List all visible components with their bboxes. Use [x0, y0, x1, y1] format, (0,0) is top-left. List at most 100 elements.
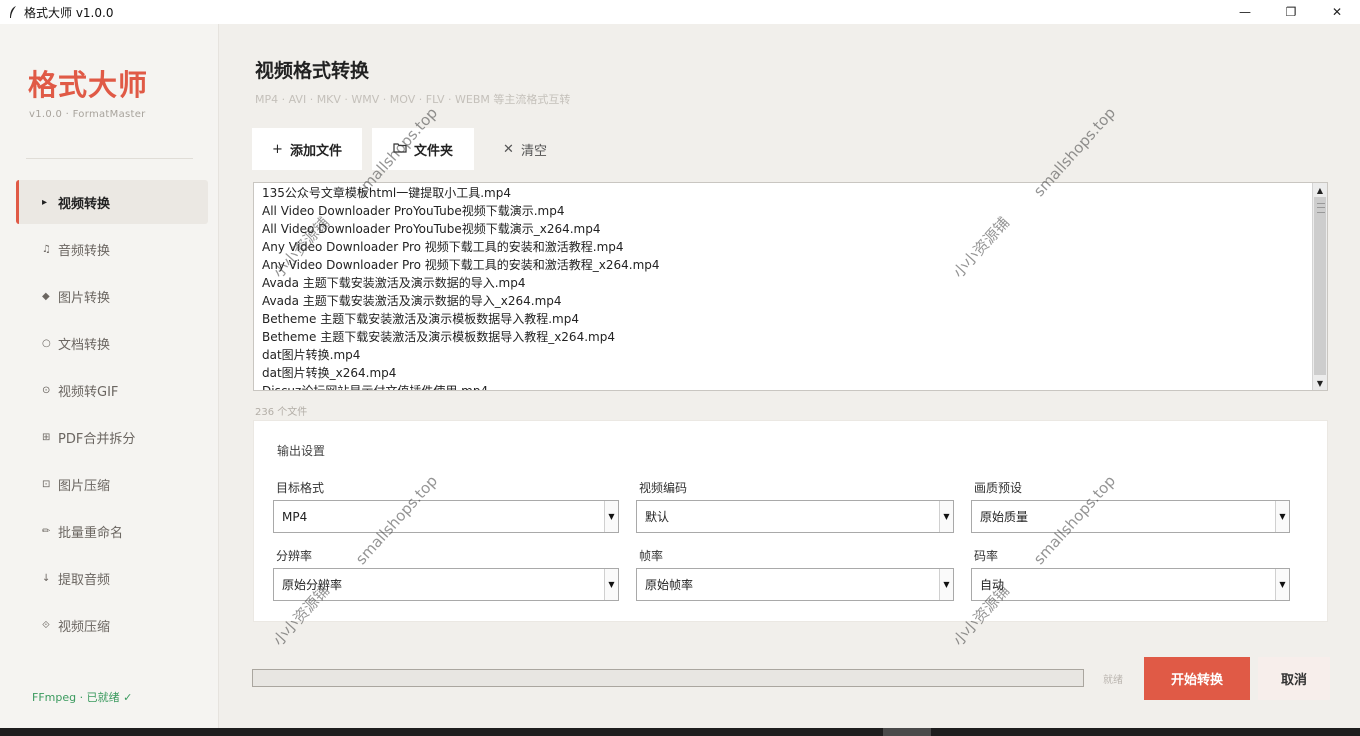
- video-codec-value: 默认: [645, 510, 670, 524]
- sidebar-item-audio-convert[interactable]: ♫ 音频转换: [16, 227, 208, 271]
- dropdown-arrow-icon: ▼: [1275, 501, 1289, 532]
- sidebar-item-label: 视频压缩: [58, 619, 111, 635]
- file-count: 236 个文件: [255, 407, 308, 418]
- dropdown-arrow-icon: ▼: [604, 501, 618, 532]
- file-list-item[interactable]: 135公众号文章模板html一键提取小工具.mp4: [254, 184, 1327, 202]
- sidebar-item-video-compress[interactable]: ⟐ 视频压缩: [16, 603, 208, 647]
- sidebar-item-image-convert[interactable]: ◆ 图片转换: [16, 274, 208, 318]
- window-title: 格式大师 v1.0.0: [24, 5, 114, 20]
- status-text: 就绪: [1103, 675, 1123, 686]
- maximize-button[interactable]: ❐: [1268, 0, 1314, 24]
- file-list-item[interactable]: Discuz论坛网站显示付文值插件使用.mp4: [254, 382, 1327, 390]
- sidebar-item-label: 音频转换: [58, 243, 111, 259]
- sidebar-item-label: 视频转GIF: [58, 384, 119, 400]
- video-codec-label: 视频编码: [639, 481, 688, 495]
- sidebar-item-video-to-gif[interactable]: ⊙ 视频转GIF: [16, 368, 208, 412]
- sidebar-item-video-convert[interactable]: ▸ 视频转换: [16, 180, 208, 224]
- feather-icon: [6, 5, 20, 19]
- square-icon: ⊡: [42, 478, 51, 490]
- sidebar: 格式大师 v1.0.0 · FormatMaster ▸ 视频转换 ♫ 音频转换…: [0, 24, 219, 728]
- brand-title: 格式大师: [28, 68, 149, 102]
- file-list-item[interactable]: Avada 主题下载安装激活及演示数据的导入_x264.mp4: [254, 292, 1327, 310]
- play-icon: ▸: [42, 196, 48, 208]
- close-button[interactable]: ✕: [1314, 0, 1360, 24]
- sidebar-item-label: PDF合并拆分: [58, 431, 136, 447]
- cancel-button[interactable]: 取消: [1258, 657, 1330, 700]
- page-subtitle: MP4 · AVI · MKV · WMV · MOV · FLV · WEBM…: [255, 93, 571, 106]
- scrollbar-thumb[interactable]: [1314, 197, 1326, 375]
- file-list[interactable]: 135公众号文章模板html一键提取小工具.mp4 All Video Downl…: [253, 182, 1328, 391]
- file-list-item[interactable]: Betheme 主题下载安装激活及演示模板数据导入教程_x264.mp4: [254, 328, 1327, 346]
- start-convert-button[interactable]: 开始转换: [1144, 657, 1250, 700]
- file-list-item[interactable]: Avada 主题下载安装激活及演示数据的导入.mp4: [254, 274, 1327, 292]
- target-format-label: 目标格式: [276, 481, 325, 495]
- resolution-value: 原始分辨率: [282, 578, 343, 592]
- version-label: v1.0.0 · FormatMaster: [29, 109, 146, 120]
- sidebar-item-label: 文档转换: [58, 337, 111, 353]
- bitrate-value: 自动: [980, 578, 1005, 592]
- title-bar: 格式大师 v1.0.0 — ❐ ✕: [0, 0, 1360, 24]
- scroll-up-arrow-icon[interactable]: ▲: [1313, 183, 1327, 197]
- file-list-item[interactable]: All Video Downloader ProYouTube视频下载演示_x2…: [254, 220, 1327, 238]
- dropdown-arrow-icon: ▼: [939, 569, 953, 600]
- video-codec-select[interactable]: 默认 ▼: [636, 500, 954, 533]
- file-list-scrollbar[interactable]: ▲ ▼: [1312, 183, 1327, 390]
- sidebar-item-label: 视频转换: [58, 196, 111, 212]
- frame-rate-label: 帧率: [639, 549, 664, 563]
- sidebar-item-label: 批量重命名: [58, 525, 124, 541]
- target-format-value: MP4: [282, 509, 308, 524]
- dropdown-arrow-icon: ▼: [1275, 569, 1289, 600]
- compress-icon: ⟐: [42, 619, 50, 631]
- frame-rate-value: 原始帧率: [645, 578, 694, 592]
- file-list-item[interactable]: Betheme 主题下载安装激活及演示模板数据导入教程.mp4: [254, 310, 1327, 328]
- quality-preset-value: 原始质量: [980, 510, 1029, 524]
- frame-rate-select[interactable]: 原始帧率 ▼: [636, 568, 954, 601]
- sidebar-item-extract-audio[interactable]: ↓ 提取音频: [16, 556, 208, 600]
- sidebar-divider: [26, 158, 193, 159]
- resolution-label: 分辨率: [276, 549, 313, 563]
- clear-button[interactable]: ✕ 清空: [490, 128, 560, 170]
- output-settings-panel: 输出设置 目标格式 MP4 ▼ 视频编码 默认 ▼ 画质预设 原始质量 ▼ 分辨…: [253, 420, 1328, 622]
- music-note-icon: ♫: [42, 243, 51, 255]
- download-arrow-icon: ↓: [42, 572, 51, 584]
- file-list-item[interactable]: Any Video Downloader Pro 视频下载工具的安装和激活教程.…: [254, 238, 1327, 256]
- progress-bar: [252, 669, 1084, 687]
- scroll-down-arrow-icon[interactable]: ▼: [1313, 376, 1327, 390]
- target-format-select[interactable]: MP4 ▼: [273, 500, 619, 533]
- bitrate-select[interactable]: 自动 ▼: [971, 568, 1290, 601]
- add-folder-label: 文件夹: [413, 143, 453, 159]
- file-list-item[interactable]: All Video Downloader ProYouTube视频下载演示.mp…: [254, 202, 1327, 220]
- file-list-item[interactable]: dat图片转换_x264.mp4: [254, 364, 1327, 382]
- minimize-button[interactable]: —: [1222, 0, 1268, 24]
- dropdown-arrow-icon: ▼: [604, 569, 618, 600]
- clear-label: 清空: [520, 143, 547, 159]
- sidebar-item-label: 图片压缩: [58, 478, 111, 494]
- circle-icon: ○: [42, 337, 51, 349]
- file-list-item[interactable]: dat图片转换.mp4: [254, 346, 1327, 364]
- ffmpeg-status: FFmpeg · 已就绪 ✓: [32, 691, 133, 704]
- page-title: 视频格式转换: [255, 60, 370, 82]
- add-files-label: 添加文件: [289, 143, 342, 159]
- dropdown-arrow-icon: ▼: [939, 501, 953, 532]
- sidebar-nav: ▸ 视频转换 ♫ 音频转换 ◆ 图片转换 ○ 文档转换 ⊙ 视频转GIF ⊞ P…: [16, 180, 208, 650]
- taskbar: [0, 728, 1360, 736]
- grid-icon: ⊞: [42, 431, 51, 443]
- resolution-select[interactable]: 原始分辨率 ▼: [273, 568, 619, 601]
- pencil-icon: ✏: [42, 525, 51, 537]
- close-icon: ✕: [503, 141, 514, 157]
- file-list-item[interactable]: Any Video Downloader Pro 视频下载工具的安装和激活教程_…: [254, 256, 1327, 274]
- folder-icon: [393, 142, 407, 157]
- output-settings-title: 输出设置: [277, 444, 326, 458]
- sidebar-item-label: 图片转换: [58, 290, 111, 306]
- sidebar-item-image-compress[interactable]: ⊡ 图片压缩: [16, 462, 208, 506]
- sidebar-item-pdf-merge-split[interactable]: ⊞ PDF合并拆分: [16, 415, 208, 459]
- quality-preset-select[interactable]: 原始质量 ▼: [971, 500, 1290, 533]
- quality-preset-label: 画质预设: [974, 481, 1023, 495]
- sidebar-item-document-convert[interactable]: ○ 文档转换: [16, 321, 208, 365]
- target-icon: ⊙: [42, 384, 51, 396]
- add-folder-button[interactable]: 文件夹: [372, 128, 474, 170]
- sidebar-item-batch-rename[interactable]: ✏ 批量重命名: [16, 509, 208, 553]
- main-panel: 视频格式转换 MP4 · AVI · MKV · WMV · MOV · FLV…: [220, 24, 1360, 728]
- sidebar-item-label: 提取音频: [58, 572, 111, 588]
- add-files-button[interactable]: + 添加文件: [252, 128, 362, 170]
